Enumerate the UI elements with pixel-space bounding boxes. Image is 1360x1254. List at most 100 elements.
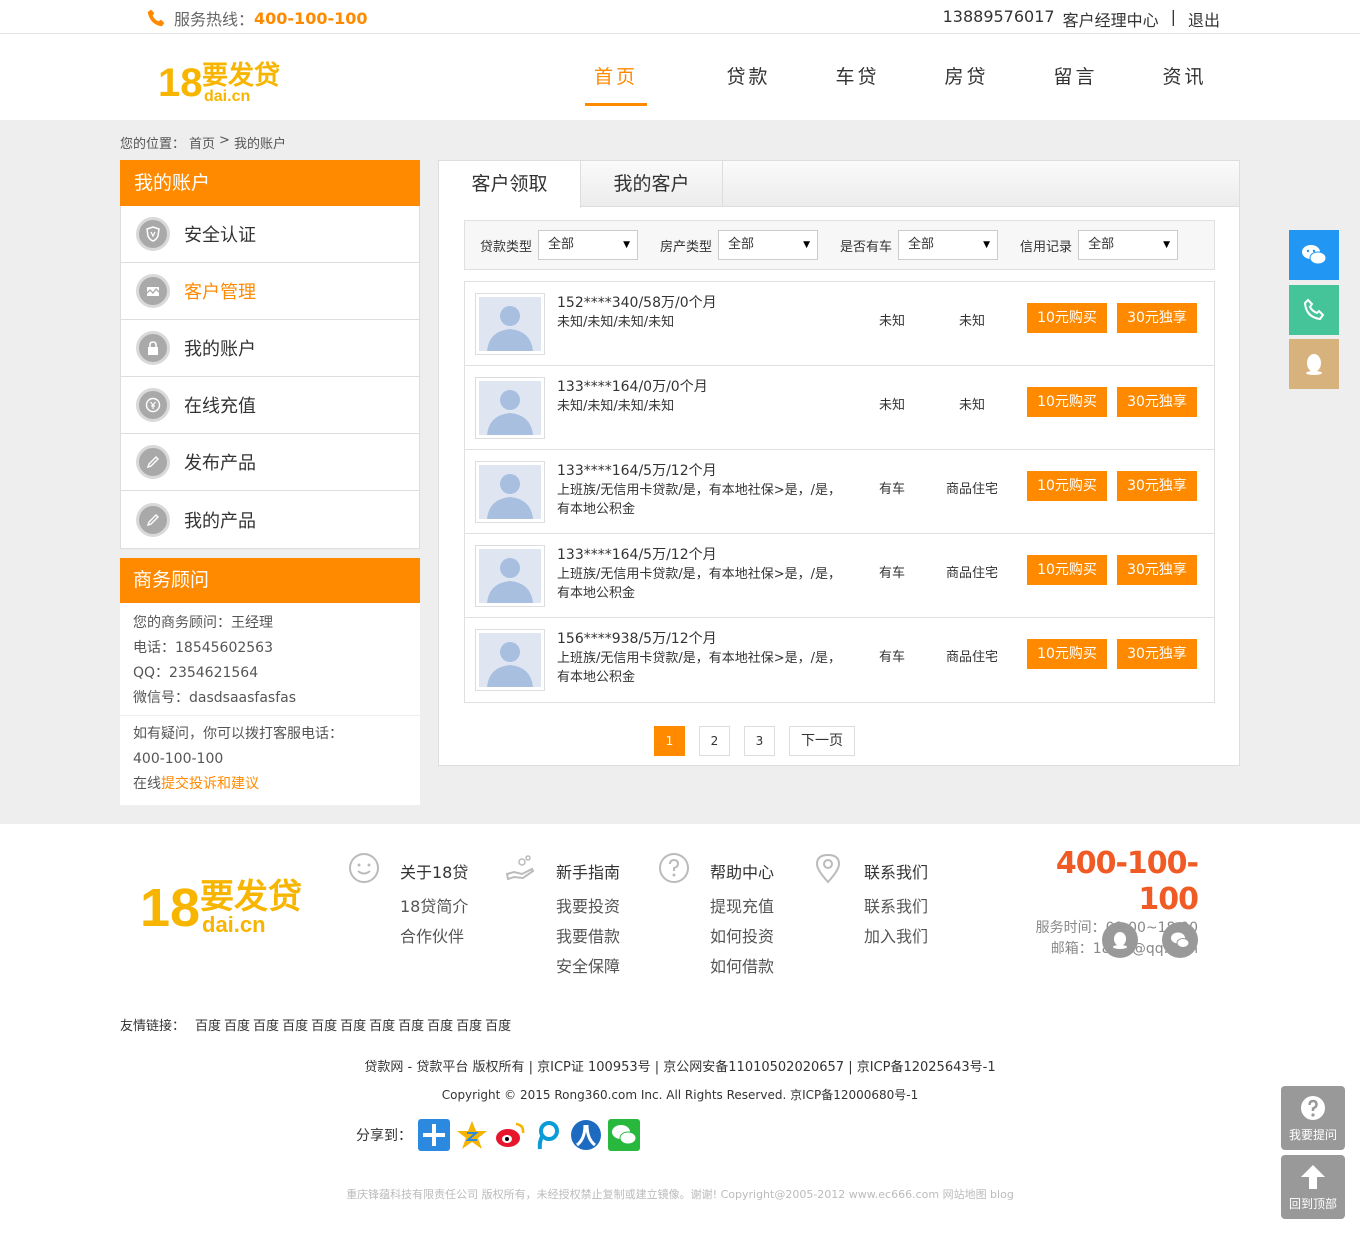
buy-button[interactable]: 10元购买 [1027, 303, 1107, 333]
filter-has-car: 是否有车 全部 [840, 230, 999, 260]
page-3[interactable]: 3 [744, 726, 775, 756]
footer-link[interactable]: 18贷简介 [400, 892, 468, 922]
share-bar: 分享到： [356, 1119, 640, 1151]
footer-col-links: 18贷简介 合作伙伴 [400, 892, 468, 952]
friend-link[interactable]: 百度 [369, 1015, 395, 1034]
friend-link[interactable]: 百度 [398, 1015, 424, 1034]
exclusive-button[interactable]: 30元独享 [1117, 387, 1197, 417]
tab-my-customers[interactable]: 我的客户 [581, 161, 723, 207]
friend-link[interactable]: 百度 [427, 1015, 453, 1034]
nav-loan[interactable]: 贷款 [694, 34, 803, 120]
renren-icon[interactable] [570, 1119, 602, 1151]
logo[interactable]: 18 要发贷 dai.cn [158, 56, 298, 106]
nav-car-loan[interactable]: 车贷 [803, 34, 912, 120]
next-page-button[interactable]: 下一页 [789, 726, 855, 756]
nav-home[interactable]: 首页 [585, 34, 647, 120]
footer-col-head: 联系我们 [864, 863, 929, 882]
weibo-icon[interactable] [494, 1119, 526, 1151]
customer-title: 133****164/5万/12个月 [557, 547, 717, 563]
breadcrumb-home[interactable]: 首页 [189, 133, 215, 152]
footer-link[interactable]: 我要投资 [556, 892, 620, 922]
exclusive-button[interactable]: 30元独享 [1117, 555, 1197, 585]
footer-link[interactable]: 我要借款 [556, 922, 620, 952]
friend-link[interactable]: 百度 [282, 1015, 308, 1034]
customer-house: 商品住宅 [945, 566, 998, 581]
svg-text:要发贷: 要发贷 [200, 877, 302, 917]
credit-select[interactable]: 全部 [1078, 230, 1179, 260]
exclusive-button[interactable]: 30元独享 [1117, 471, 1197, 501]
nav-message[interactable]: 留言 [1021, 34, 1130, 120]
sidebar-item-customers[interactable]: 客户管理 [121, 263, 419, 320]
sidebar-item-label: 安全认证 [184, 225, 256, 246]
friend-link[interactable]: 百度 [456, 1015, 482, 1034]
tabs: 客户领取 我的客户 [439, 161, 1239, 208]
customer-title: 156****938/5万/12个月 [557, 631, 717, 647]
help-online: 在线提交投诉和建议 [133, 772, 407, 797]
nav-house-loan[interactable]: 房贷 [912, 34, 1021, 120]
buy-button[interactable]: 10元购买 [1027, 387, 1107, 417]
footer-link[interactable]: 联系我们 [864, 892, 928, 922]
page-1[interactable]: 1 [654, 726, 685, 756]
customer-house: 商品住宅 [945, 482, 998, 497]
buy-button[interactable]: 10元购买 [1027, 555, 1107, 585]
wechat-float-button[interactable] [1289, 230, 1339, 280]
breadcrumb: 您的位置： 首页 > 我的账户 [120, 133, 286, 152]
wechat-share-icon[interactable] [608, 1119, 640, 1151]
qq-float-button[interactable] [1289, 339, 1339, 389]
customer-car: 有车 [878, 566, 905, 581]
footer-link[interactable]: 如何投资 [710, 922, 774, 952]
customer-info: 133****164/5万/12个月 上班族/无信用卡贷款/是，有本地社保>是，/… [557, 462, 847, 519]
share-more-icon[interactable] [418, 1119, 450, 1151]
complaint-link[interactable]: 提交投诉和建议 [161, 776, 259, 792]
footer-link[interactable]: 加入我们 [864, 922, 928, 952]
buy-button[interactable]: 10元购买 [1027, 471, 1107, 501]
sidebar-item-security[interactable]: 安全认证 [121, 206, 419, 263]
friend-link[interactable]: 百度 [195, 1015, 221, 1034]
has-car-select[interactable]: 全部 [898, 230, 999, 260]
top-links: 13889576017 客户经理中心 | 退出 [943, 7, 1220, 31]
qq-icon[interactable] [1102, 922, 1138, 958]
footer-link[interactable]: 合作伙伴 [400, 922, 468, 952]
friend-link[interactable]: 百度 [253, 1015, 279, 1034]
sidebar-item-recharge[interactable]: 在线充值 [121, 377, 419, 434]
qzone-icon[interactable] [456, 1119, 488, 1151]
ask-question-button[interactable]: 我要提问 [1281, 1086, 1345, 1150]
phone-float-button[interactable] [1289, 285, 1339, 335]
footer-link[interactable]: 安全保障 [556, 952, 620, 982]
friend-link[interactable]: 百度 [224, 1015, 250, 1034]
customer-title: 152****340/58万/0个月 [557, 295, 717, 311]
exclusive-button[interactable]: 30元独享 [1117, 303, 1197, 333]
wechat-icon[interactable] [1162, 922, 1198, 958]
nav-news[interactable]: 资讯 [1130, 34, 1239, 120]
exclusive-button[interactable]: 30元独享 [1117, 639, 1197, 669]
sidebar-item-account[interactable]: 我的账户 [121, 320, 419, 377]
sidebar-title: 我的账户 [120, 160, 420, 206]
footer-link[interactable]: 提现充值 [710, 892, 774, 922]
logout-link[interactable]: 退出 [1188, 7, 1220, 31]
tencent-weibo-icon[interactable] [532, 1119, 564, 1151]
customer-desc: 未知/未知/未知/未知 [557, 315, 675, 330]
footer-link[interactable]: 如何借款 [710, 952, 774, 982]
filter-label: 是否有车 [840, 239, 893, 255]
friend-link[interactable]: 百度 [485, 1015, 511, 1034]
shield-icon [136, 217, 170, 251]
sidebar-item-publish[interactable]: 发布产品 [121, 434, 419, 491]
property-type-select[interactable]: 全部 [718, 230, 819, 260]
manager-center-link[interactable]: 客户经理中心 [1063, 7, 1159, 31]
arrow-up-icon [1301, 1165, 1325, 1189]
sidebar-menu: 安全认证 客户管理 我的账户 在线充值 发布产品 我的产品 [120, 206, 420, 549]
loan-type-select[interactable]: 全部 [538, 230, 639, 260]
pagination: 1 2 3 下一页 [654, 726, 855, 756]
top-bar: 服务热线： 400-100-100 13889576017 客户经理中心 | 退… [0, 0, 1360, 34]
back-to-top-button[interactable]: 回到顶部 [1281, 1155, 1345, 1219]
sidebar-item-label: 客户管理 [184, 282, 256, 303]
help-question: 如有疑问，你可以拨打客服电话： [133, 726, 343, 742]
tab-claim-customers[interactable]: 客户领取 [439, 161, 581, 208]
svg-text:dai.cn: dai.cn [204, 88, 250, 105]
page-2[interactable]: 2 [699, 726, 730, 756]
buy-button[interactable]: 10元购买 [1027, 639, 1107, 669]
user-phone[interactable]: 13889576017 [943, 7, 1055, 31]
friend-link[interactable]: 百度 [340, 1015, 366, 1034]
friend-link[interactable]: 百度 [311, 1015, 337, 1034]
sidebar-item-products[interactable]: 我的产品 [121, 491, 419, 548]
